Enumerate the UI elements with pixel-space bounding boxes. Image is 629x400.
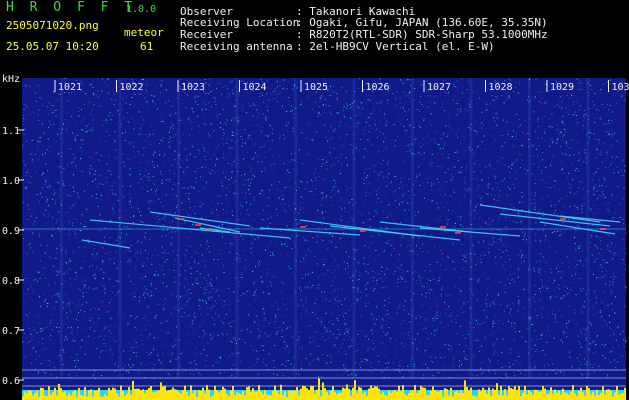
x-tick-label: 1027 bbox=[427, 82, 451, 93]
app-name: H R O F F T bbox=[6, 0, 137, 15]
meteor-count: 61 bbox=[140, 40, 154, 53]
x-tick-label: 1029 bbox=[550, 82, 574, 93]
y-tick-label: 0.9 bbox=[2, 226, 20, 237]
filename: 2505071020.png bbox=[6, 19, 99, 32]
y-tick-label: 0.8 bbox=[2, 276, 20, 287]
x-tick-label: 1022 bbox=[120, 82, 144, 93]
antenna-value: : 2el-HB9CV Vertical (el. E-W) bbox=[296, 40, 495, 53]
y-tick-label: 1.1 bbox=[2, 126, 20, 137]
spectrogram: kHz 1.1 1.0 0.9 0.8 0.7 0.6 1021 1022 1023 1024 1… bbox=[0, 60, 629, 400]
y-unit-label: kHz bbox=[2, 74, 20, 85]
datetime: 25.05.07 10:20 bbox=[6, 40, 99, 53]
y-tick-label: 0.7 bbox=[2, 326, 20, 337]
antenna-label: Receiving antenna bbox=[180, 40, 293, 53]
x-tick-label: 1024 bbox=[243, 82, 267, 93]
x-tick-label: 1030 bbox=[612, 82, 629, 93]
y-tick-label: 1.0 bbox=[2, 176, 20, 187]
x-tick-label: 1028 bbox=[489, 82, 513, 93]
app-version: 1.0.0 bbox=[126, 4, 157, 15]
meteor-label: meteor bbox=[124, 26, 164, 39]
y-tick-label: 0.6 bbox=[2, 376, 20, 387]
header-panel: H R O F F T 1.0.0 2505071020.png meteor … bbox=[0, 0, 629, 60]
x-tick-label: 1023 bbox=[181, 82, 205, 93]
x-tick-label: 1025 bbox=[304, 82, 328, 93]
x-tick-label: 1021 bbox=[58, 82, 82, 93]
x-tick-label: 1026 bbox=[366, 82, 390, 93]
